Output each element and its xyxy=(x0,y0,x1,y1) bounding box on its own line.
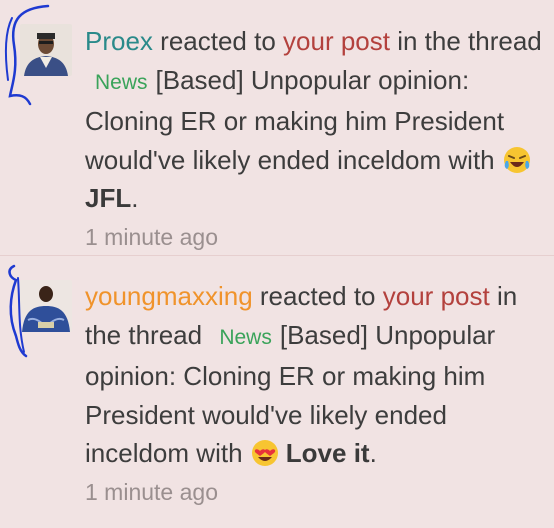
in-thread-text: in the thread xyxy=(397,26,542,56)
prefix-tag[interactable]: News xyxy=(219,319,272,358)
period: . xyxy=(131,183,139,213)
alert-item[interactable]: Proex reacted to your post in the thread… xyxy=(0,0,554,256)
laugh-cry-emoji-icon xyxy=(503,146,530,173)
alert-item[interactable]: youngmaxxing reacted to your post in the… xyxy=(0,256,554,528)
post-link[interactable]: your post xyxy=(283,26,390,56)
reaction-label: JFL xyxy=(85,183,132,213)
thread-title-link[interactable]: [Based] Unpopular opinion: Cloning ER or… xyxy=(85,65,504,175)
timestamp: 1 minute ago xyxy=(85,478,218,505)
alert-text: youngmaxxing reacted to your post in the… xyxy=(85,277,550,511)
user-link[interactable]: youngmaxxing xyxy=(85,281,253,311)
reacted-text: reacted to xyxy=(160,26,276,56)
alert-text: Proex reacted to your post in the thread… xyxy=(85,22,550,256)
avatar[interactable] xyxy=(20,24,72,76)
reaction-label: Love it xyxy=(285,438,370,468)
timestamp: 1 minute ago xyxy=(85,223,218,250)
with-text: with xyxy=(196,438,243,468)
post-link[interactable]: your post xyxy=(383,281,490,311)
alerts-list: Proex reacted to your post in the thread… xyxy=(0,0,554,528)
prefix-tag[interactable]: News xyxy=(95,64,148,103)
avatar[interactable] xyxy=(20,280,72,332)
with-text: with xyxy=(448,144,495,175)
period: . xyxy=(369,438,377,468)
heart-eyes-emoji-icon xyxy=(251,440,278,466)
user-link[interactable]: Proex xyxy=(85,26,153,56)
reacted-text: reacted to xyxy=(259,281,376,311)
